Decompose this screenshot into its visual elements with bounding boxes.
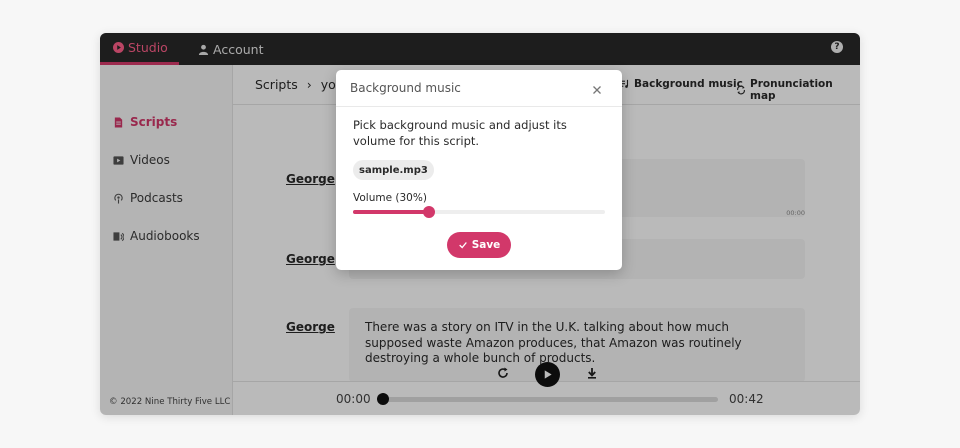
volume-slider[interactable] [353, 210, 605, 214]
volume-slider-handle[interactable] [422, 206, 435, 218]
dialog-title: Background music [350, 81, 461, 95]
volume-slider-fill [353, 210, 429, 214]
save-button[interactable]: Save [447, 232, 511, 258]
save-button-label: Save [471, 239, 501, 251]
dialog-header: Background music [336, 70, 622, 107]
background-music-dialog: Background music Pick background music a… [336, 70, 622, 270]
close-icon[interactable] [591, 81, 603, 94]
music-file-chip[interactable]: sample.mp3 [353, 160, 434, 180]
dialog-description: Pick background music and adjust its vol… [353, 118, 567, 148]
check-icon [458, 242, 467, 249]
volume-label: Volume (30%) [353, 192, 427, 204]
